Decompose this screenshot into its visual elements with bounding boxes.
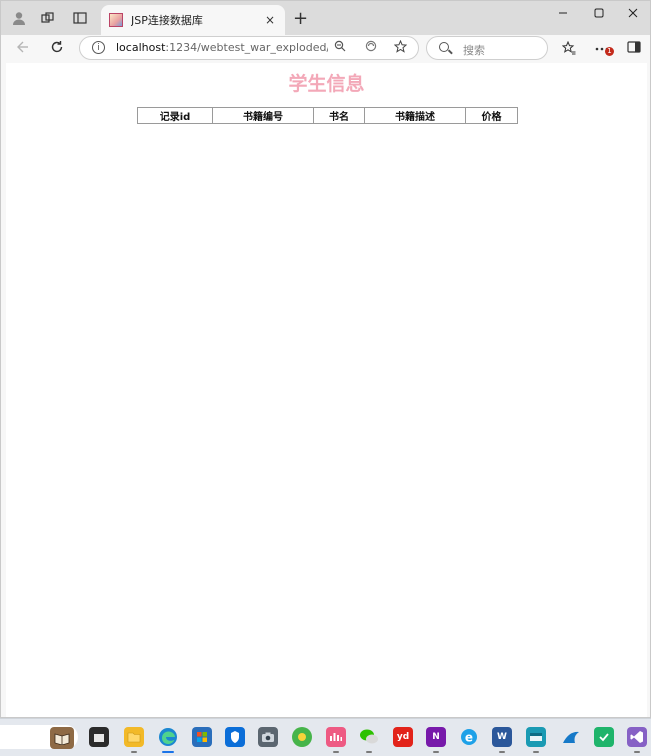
navigation-bar: i localhost:1234/webtest_war_exploded/ja… [1,35,650,63]
back-icon[interactable] [13,39,33,59]
tencent-icon[interactable] [225,727,245,747]
table-header-row: 记录id 书籍编号 书名 书籍描述 价格 [137,107,518,124]
edge-icon[interactable] [158,727,178,747]
site-info-icon[interactable]: i [92,41,105,54]
file-explorer-icon[interactable] [89,727,109,747]
folder-icon[interactable] [124,727,144,747]
address-bar[interactable]: i localhost:1234/webtest_war_exploded/ja… [79,36,419,60]
running-indicator [433,751,439,753]
column-header-price: 价格 [465,107,518,124]
running-indicator [634,751,640,753]
browser-window: JSP连接数据库 × + i localhost:1234/webtest_wa… [0,0,651,718]
workspaces-icon[interactable] [39,9,57,27]
camera-icon[interactable] [258,727,278,747]
minimize-icon[interactable] [553,7,573,22]
search-icon [439,42,449,52]
column-header-book-name: 书名 [313,107,365,124]
refresh-icon[interactable] [47,39,67,59]
running-indicator [366,751,372,753]
svg-text:e: e [465,731,473,745]
page-content: 学生信息 记录id 书籍编号 书名 书籍描述 价格 [6,63,647,717]
profile-icon[interactable] [10,9,28,27]
column-header-book-number: 书籍编号 [212,107,314,124]
youdao-icon[interactable]: yd [393,727,413,747]
visual-studio-icon[interactable] [627,727,647,747]
audio-app-icon[interactable] [326,727,346,747]
column-header-record-id: 记录id [137,107,213,124]
notification-badge: 1 [605,47,614,56]
running-indicator [533,751,539,753]
favorite-star-icon[interactable] [392,39,408,56]
close-tab-icon[interactable]: × [263,13,277,27]
tab-bar: JSP连接数据库 × + [1,1,650,35]
running-indicator [333,751,339,753]
zoom-icon[interactable] [332,40,348,55]
word-icon[interactable]: W [492,727,512,747]
tab-jsp[interactable]: JSP连接数据库 × [101,5,285,35]
records-table: 记录id 书籍编号 书名 书籍描述 价格 [137,107,518,124]
column-header-book-description: 书籍描述 [364,107,466,124]
window-close-icon[interactable] [623,7,643,22]
onenote-icon[interactable]: N [426,727,446,747]
ie-icon[interactable]: e [459,727,479,747]
ai-app-icon[interactable] [292,727,312,747]
sidebar-icon[interactable] [625,41,643,57]
new-tab-icon[interactable]: + [293,8,308,29]
address-url: localhost:1234/webtest_war_exploded/jav.… [116,41,328,54]
favorites-icon[interactable] [560,40,578,59]
store-icon[interactable] [192,727,212,747]
chat-icon[interactable] [594,727,614,747]
teams-icon[interactable] [526,727,546,747]
wechat-icon[interactable] [359,727,379,747]
search-placeholder: 搜索 [463,44,485,57]
running-indicator [131,751,137,753]
book-app-icon[interactable] [50,727,74,749]
search-input[interactable]: 搜索 [426,36,548,60]
vertical-tabs-icon[interactable] [71,9,89,27]
running-indicator [499,751,505,753]
active-indicator [162,751,174,753]
maximize-icon[interactable] [589,7,609,22]
taskbar: yd N e W [0,718,651,756]
page-title: 学生信息 [288,73,365,95]
tab-favicon-icon [109,13,123,27]
shark-icon[interactable] [561,727,581,747]
tracking-prevention-icon[interactable] [363,40,379,55]
tab-title: JSP连接数据库 [131,14,203,27]
